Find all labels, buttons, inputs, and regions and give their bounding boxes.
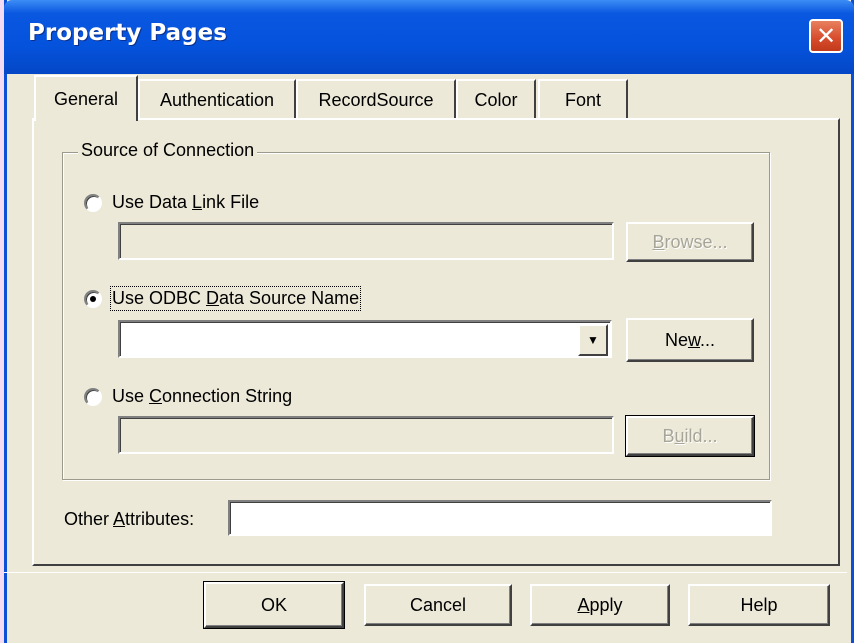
tab-color[interactable]: Color: [456, 79, 536, 119]
window-title: Property Pages: [28, 20, 227, 46]
odbc-dsn-combobox[interactable]: [118, 320, 612, 358]
group-label: Source of Connection: [78, 140, 258, 161]
close-icon: ✕: [815, 22, 837, 50]
tab-font[interactable]: Font: [538, 79, 628, 119]
tab-authentication[interactable]: Authentication: [138, 79, 296, 119]
connection-string-label[interactable]: Use Connection String: [112, 386, 292, 407]
odbc-dsn-radio[interactable]: [84, 290, 102, 308]
build-button[interactable]: Build...: [625, 415, 755, 457]
browse-button[interactable]: Browse...: [626, 222, 754, 262]
help-button[interactable]: Help: [688, 584, 830, 626]
tab-general[interactable]: General: [34, 75, 138, 121]
tab-label: Color: [474, 89, 518, 110]
data-link-file-radio[interactable]: [84, 194, 102, 212]
tab-recordsource[interactable]: RecordSource: [296, 79, 456, 119]
tab-label: RecordSource: [318, 89, 434, 110]
chevron-down-icon: ▼: [587, 333, 599, 347]
tab-label: Font: [564, 89, 602, 110]
odbc-dsn-label[interactable]: Use ODBC Data Source Name: [109, 286, 362, 311]
other-attributes-field[interactable]: [228, 500, 772, 536]
connection-string-radio[interactable]: [84, 388, 102, 406]
new-button[interactable]: New...: [626, 318, 754, 362]
ok-button[interactable]: OK: [203, 581, 345, 629]
tab-label: Authentication: [159, 89, 275, 110]
tab-label: General: [53, 88, 119, 109]
apply-button[interactable]: Apply: [530, 584, 670, 626]
cancel-button[interactable]: Cancel: [364, 584, 512, 626]
connection-string-field[interactable]: [118, 416, 614, 454]
data-link-file-field[interactable]: [118, 222, 614, 260]
dropdown-button[interactable]: ▼: [578, 324, 608, 356]
data-link-file-label[interactable]: Use Data Link File: [112, 192, 259, 213]
close-button[interactable]: ✕: [809, 19, 843, 53]
divider: [4, 572, 847, 573]
title-bar[interactable]: Property Pages ✕: [4, 0, 854, 74]
other-attributes-label: Other Attributes:: [64, 509, 195, 529]
